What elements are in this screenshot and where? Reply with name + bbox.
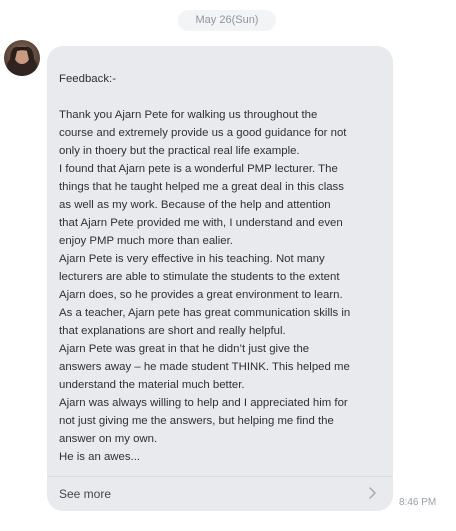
date-divider: May 26(Sun) [178, 10, 276, 31]
sender-avatar[interactable] [4, 40, 40, 76]
message-text: Feedback:- Thank you Ajarn Pete for walk… [59, 73, 351, 463]
chevron-right-icon [369, 487, 376, 499]
message-timestamp: 8:46 PM [399, 497, 437, 508]
avatar-photo-icon [4, 40, 40, 76]
see-more-label: See more [59, 487, 112, 501]
message-bubble[interactable]: Feedback:- Thank you Ajarn Pete for walk… [47, 46, 393, 511]
see-more-button[interactable]: See more [47, 476, 393, 511]
